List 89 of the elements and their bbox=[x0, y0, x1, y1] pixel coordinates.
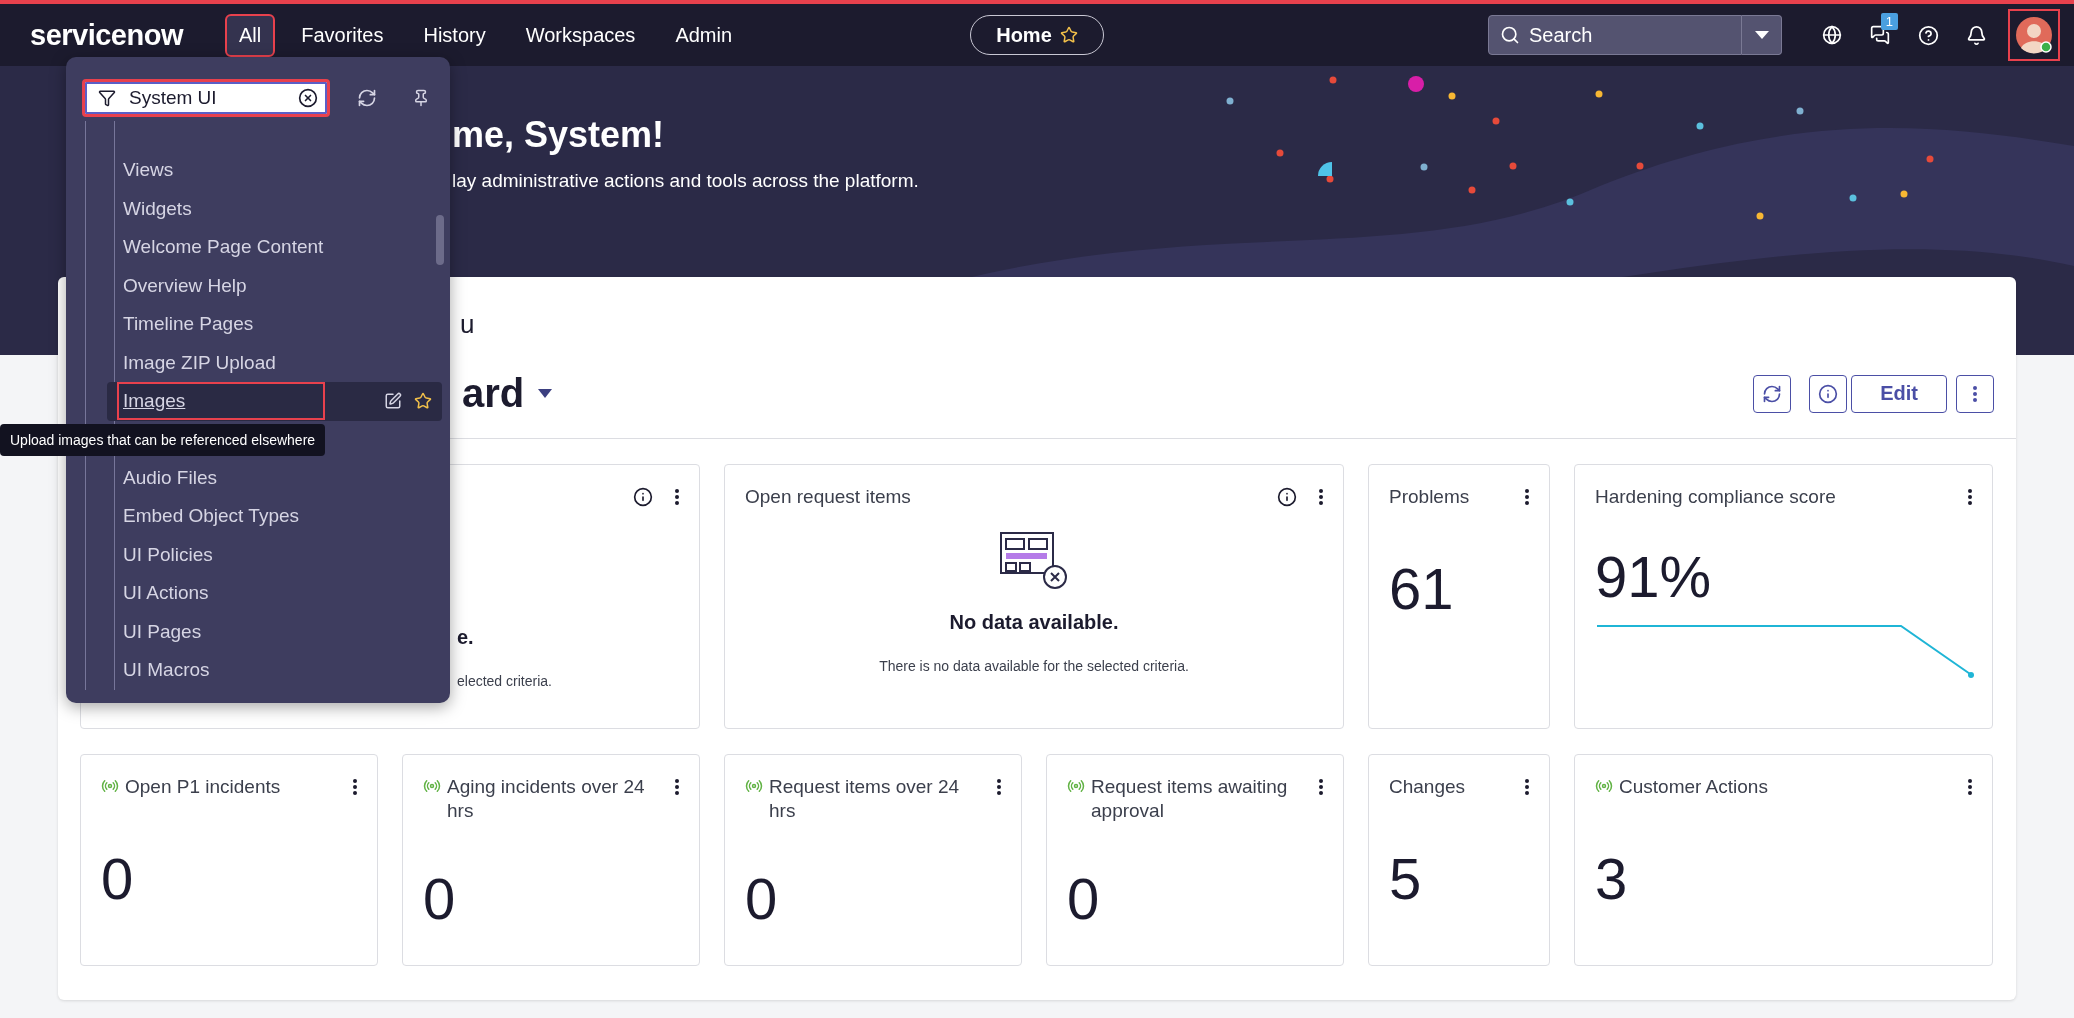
scrollbar-thumb[interactable] bbox=[436, 215, 444, 265]
more-button[interactable] bbox=[1956, 374, 1994, 413]
star-icon bbox=[1059, 26, 1078, 44]
card-title: Aging incidents over 24 hrs bbox=[447, 775, 646, 823]
dashboard-title[interactable]: ard bbox=[462, 371, 525, 416]
more-icon[interactable] bbox=[1968, 489, 1972, 505]
logo[interactable]: servicenow bbox=[30, 18, 183, 52]
search-field[interactable]: Search bbox=[1488, 15, 1742, 55]
more-icon[interactable] bbox=[1525, 489, 1529, 505]
chat-icon bbox=[1870, 25, 1890, 45]
nav-tab[interactable]: All bbox=[225, 13, 276, 57]
metric-value: 0 bbox=[745, 864, 779, 932]
metric-value: 5 bbox=[1389, 845, 1423, 912]
card-title: Request items awaiting approval bbox=[1091, 775, 1289, 823]
caret-icon[interactable] bbox=[538, 389, 553, 398]
filter-icon bbox=[98, 89, 116, 107]
nav-tab[interactable]: Workspaces bbox=[511, 13, 650, 57]
menu-item[interactable]: Embed Object Types bbox=[117, 497, 310, 536]
signal-icon bbox=[1595, 777, 1613, 795]
signal-icon bbox=[1067, 777, 1085, 795]
card-title: Request items over 24 hrs bbox=[769, 775, 961, 823]
info-icon[interactable] bbox=[1277, 487, 1297, 507]
globe-icon bbox=[1822, 25, 1842, 45]
edit-icon[interactable] bbox=[384, 392, 402, 411]
section-heading: u bbox=[460, 309, 475, 340]
nav-tab[interactable]: History bbox=[409, 13, 500, 57]
more-icon[interactable] bbox=[675, 489, 679, 505]
signal-icon bbox=[745, 777, 763, 795]
menu-item[interactable]: Welcome Page Content bbox=[117, 228, 334, 267]
more-icon[interactable] bbox=[1973, 385, 1977, 402]
more-icon[interactable] bbox=[1525, 779, 1529, 795]
avatar-button[interactable] bbox=[2008, 9, 2060, 61]
menu-item[interactable]: Views bbox=[117, 151, 184, 190]
empty-state-title: e. bbox=[457, 626, 474, 649]
metric-value: 61 bbox=[1389, 555, 1455, 622]
help-icon bbox=[1917, 24, 1939, 46]
welcome-subtitle: lay administrative actions and tools across the platform. bbox=[452, 170, 920, 192]
menu-item[interactable]: Timeline Pages bbox=[117, 305, 264, 344]
info-icon[interactable] bbox=[633, 487, 653, 507]
card-title: Customer Actions bbox=[1619, 775, 1769, 799]
metric-value: 91% bbox=[1595, 543, 1713, 610]
clear-icon[interactable] bbox=[298, 88, 318, 108]
filter-field[interactable]: System UI bbox=[82, 79, 330, 117]
signal-icon bbox=[423, 777, 441, 795]
more-icon[interactable] bbox=[353, 779, 357, 795]
menu-item[interactable]: Audio Files bbox=[117, 458, 227, 497]
info-button[interactable] bbox=[1809, 374, 1848, 413]
signal-icon bbox=[101, 777, 119, 795]
card-title: Problems bbox=[1389, 485, 1471, 509]
metric-value: 3 bbox=[1595, 845, 1629, 912]
menu-item[interactable]: Image ZIP Upload bbox=[117, 343, 286, 382]
more-icon[interactable] bbox=[675, 779, 679, 795]
refresh-button[interactable] bbox=[1753, 374, 1792, 413]
edit-button[interactable]: Edit bbox=[1851, 374, 1947, 413]
search-icon bbox=[1500, 25, 1520, 45]
card-title: Open P1 incidents bbox=[125, 775, 282, 799]
card-title: Changes bbox=[1389, 775, 1467, 799]
nav-tab[interactable]: Favorites bbox=[287, 13, 398, 57]
menu-item[interactable]: Images bbox=[117, 382, 325, 421]
more-icon[interactable] bbox=[997, 779, 1001, 795]
refresh-icon bbox=[357, 88, 377, 108]
menu-item[interactable]: UI Actions bbox=[117, 574, 219, 613]
more-icon[interactable] bbox=[1968, 779, 1972, 795]
more-icon[interactable] bbox=[1319, 489, 1323, 505]
more-icon[interactable] bbox=[1319, 779, 1323, 795]
welcome-title: me, System! bbox=[452, 114, 666, 156]
card-title: Open request items bbox=[745, 485, 912, 509]
empty-state-text: There is no data available for the selected criteria. bbox=[879, 658, 1189, 674]
bell-icon bbox=[1965, 24, 1987, 46]
caret-icon bbox=[1754, 31, 1769, 39]
pin-icon bbox=[412, 89, 430, 107]
menu-item[interactable]: UI Pages bbox=[117, 612, 212, 651]
menu-item[interactable]: Widgets bbox=[117, 189, 202, 228]
nav-tab[interactable]: Admin bbox=[661, 13, 747, 57]
card-title: Hardening compliance score bbox=[1595, 485, 1837, 509]
tooltip: Upload images that can be referenced elsewhere bbox=[0, 423, 326, 456]
info-icon bbox=[1818, 383, 1839, 404]
star-icon[interactable] bbox=[414, 392, 432, 411]
menu-item[interactable]: UI Macros bbox=[117, 651, 220, 690]
search-scope-dropdown[interactable] bbox=[1742, 15, 1782, 55]
menu-item[interactable]: Overview Help bbox=[117, 266, 257, 305]
empty-state-text: elected criteria. bbox=[457, 673, 552, 689]
metric-value: 0 bbox=[1067, 864, 1101, 932]
metric-value: 0 bbox=[101, 845, 135, 912]
notification-badge: 1 bbox=[1880, 13, 1898, 30]
metric-value: 0 bbox=[423, 864, 457, 932]
refresh-icon bbox=[1762, 383, 1783, 404]
empty-state-title: No data available. bbox=[949, 611, 1119, 634]
menu-item[interactable]: UI Policies bbox=[117, 535, 223, 574]
